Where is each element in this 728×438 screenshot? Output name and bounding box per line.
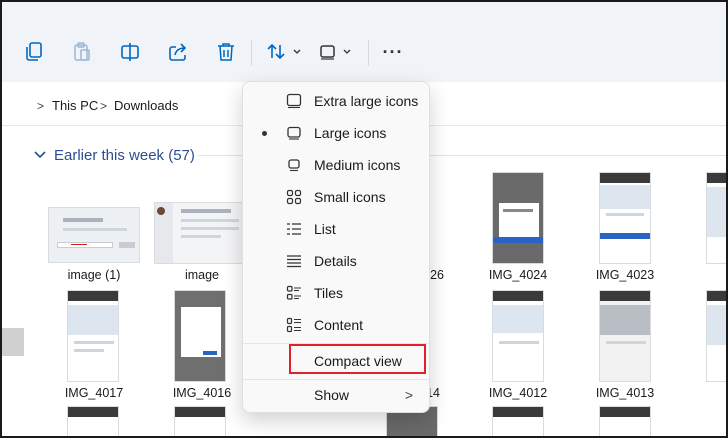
file-thumbnail[interactable]	[599, 172, 651, 264]
menu-item-label: Extra large icons	[314, 93, 419, 109]
menu-item-large-icons[interactable]: Large icons	[247, 118, 427, 148]
group-header[interactable]: Earlier this week (57)	[34, 145, 195, 165]
group-title: Earlier this week (57)	[54, 146, 195, 164]
menu-item-extra-large-icons[interactable]: Extra large icons	[247, 86, 427, 116]
file-thumbnail[interactable]	[492, 406, 544, 436]
menu-item-show[interactable]: Show >	[247, 380, 427, 410]
file-name[interactable]: IMG_4013	[575, 386, 675, 400]
menu-item-label: Content	[314, 317, 364, 333]
file-thumbnail[interactable]	[67, 290, 119, 382]
menu-item-medium-icons[interactable]: Medium icons	[247, 150, 427, 180]
menu-item-label: Medium icons	[314, 157, 401, 173]
file-thumbnail[interactable]	[492, 172, 544, 264]
toolbar-separator	[251, 40, 252, 66]
file-thumbnail[interactable]	[48, 207, 140, 263]
menu-item-list[interactable]: List	[247, 214, 427, 244]
file-name[interactable]: image	[152, 268, 252, 282]
paste-icon[interactable]	[70, 40, 94, 64]
small-icons-icon	[285, 188, 303, 206]
chevron-right-icon: >	[404, 387, 413, 403]
breadcrumb-separator: >	[100, 99, 108, 113]
rename-icon[interactable]	[118, 40, 142, 64]
breadcrumb-downloads[interactable]: Downloads	[114, 98, 178, 113]
extra-large-icons-icon	[285, 92, 303, 110]
menu-item-details[interactable]: Details	[247, 246, 427, 276]
menu-item-small-icons[interactable]: Small icons	[247, 182, 427, 212]
file-thumbnail[interactable]	[706, 290, 726, 382]
file-thumbnail[interactable]	[706, 172, 726, 264]
file-name[interactable]: IMG_4012	[468, 386, 568, 400]
delete-icon[interactable]	[214, 40, 238, 64]
content-icon	[285, 316, 303, 334]
menu-item-label: List	[314, 221, 336, 237]
breadcrumb-this-pc[interactable]: This PC	[52, 98, 98, 113]
command-bar: ···	[2, 2, 726, 82]
menu-item-content[interactable]: Content	[247, 310, 427, 340]
navigation-pane-scroll[interactable]	[2, 328, 24, 356]
more-icon[interactable]: ···	[380, 40, 406, 64]
file-thumbnail[interactable]	[174, 290, 226, 382]
file-thumbnail[interactable]	[599, 406, 651, 436]
file-name[interactable]: IMG_4017	[44, 386, 144, 400]
menu-item-label: Large icons	[314, 125, 387, 141]
file-thumbnail[interactable]	[492, 290, 544, 382]
menu-item-label: Tiles	[314, 285, 344, 301]
medium-icons-icon	[285, 156, 303, 174]
copy-icon[interactable]	[22, 40, 46, 64]
compact-view-highlight	[289, 344, 426, 374]
tiles-icon	[285, 284, 303, 302]
breadcrumb-separator: >	[37, 99, 45, 113]
explorer-window: ··· > This PC > Downloads Earlier this w…	[0, 0, 728, 438]
file-thumbnail[interactable]	[599, 290, 651, 382]
file-name[interactable]: IMG_4024	[468, 268, 568, 282]
menu-item-tiles[interactable]: Tiles	[247, 278, 427, 308]
file-thumbnail[interactable]	[67, 406, 119, 436]
file-name[interactable]: IMG_4023	[575, 268, 675, 282]
file-thumbnail[interactable]	[154, 202, 244, 264]
menu-item-label: Small icons	[314, 189, 386, 205]
share-icon[interactable]	[166, 40, 190, 64]
view-icon[interactable]	[318, 40, 358, 64]
toolbar-separator	[368, 40, 369, 66]
file-name[interactable]: image (1)	[44, 268, 144, 282]
menu-item-label: Details	[314, 253, 357, 269]
menu-item-label: Show	[314, 387, 350, 403]
sort-icon[interactable]	[266, 40, 306, 64]
list-icon	[285, 220, 303, 238]
details-icon	[285, 252, 303, 270]
file-thumbnail[interactable]	[174, 406, 226, 436]
selected-dot-icon	[262, 130, 267, 136]
file-name[interactable]: IMG_4016	[152, 386, 252, 400]
chevron-down-icon	[34, 147, 46, 164]
large-icons-icon	[285, 124, 303, 142]
